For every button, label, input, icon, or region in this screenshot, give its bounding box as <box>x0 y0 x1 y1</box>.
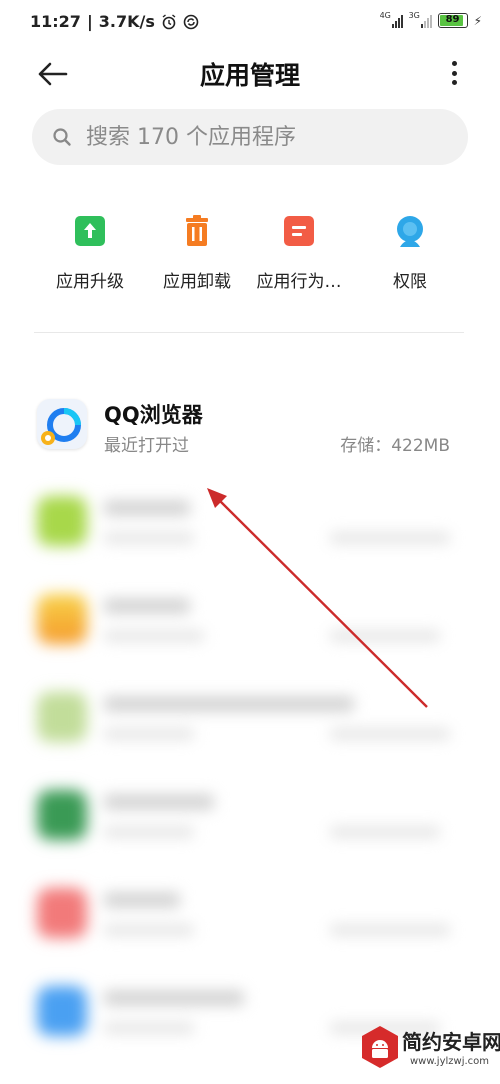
search-bar[interactable] <box>32 109 468 165</box>
behavior-icon <box>283 215 315 247</box>
status-separator: | <box>86 12 93 31</box>
app-sub-placeholder <box>104 1022 194 1034</box>
divider <box>34 332 464 333</box>
app-size-placeholder <box>330 728 450 740</box>
more-options-button[interactable] <box>448 58 460 88</box>
app-icon <box>37 986 87 1036</box>
quick-action-label: 应用卸载 <box>163 272 231 292</box>
quick-action-label: 应用升级 <box>56 272 124 292</box>
sync-icon <box>183 14 199 29</box>
app-name-placeholder <box>104 500 190 516</box>
app-sub-placeholder <box>104 826 194 838</box>
watermark-text: 简约安卓网 <box>402 1030 500 1054</box>
app-name-placeholder <box>104 794 214 810</box>
app-icon <box>37 888 87 938</box>
app-name-placeholder <box>104 696 354 712</box>
status-right: 4G 3G 89 ⚡ <box>379 10 482 28</box>
permission-icon <box>394 215 426 247</box>
quick-actions: 应用升级 应用卸载 应用行为… 权限 <box>0 210 500 300</box>
app-name-placeholder <box>104 990 244 1006</box>
app-icon <box>37 496 87 546</box>
status-bar: 11:27 | 3.7K/s 4G 3G 89 ⚡ <box>0 0 500 44</box>
app-row[interactable] <box>0 884 500 982</box>
battery-level: 89 <box>445 14 460 25</box>
quick-action-upgrade[interactable]: 应用升级 <box>35 210 145 292</box>
app-name: QQ浏览器 <box>104 403 203 427</box>
network-3g-label: 3G <box>408 10 420 20</box>
search-input[interactable] <box>86 109 456 165</box>
app-row[interactable] <box>0 688 500 786</box>
signal-3g-icon: 3G <box>408 10 432 28</box>
quick-action-label: 应用行为… <box>256 272 342 292</box>
header: 应用管理 <box>0 44 500 102</box>
app-icon <box>37 790 87 840</box>
quick-action-behavior[interactable]: 应用行为… <box>244 210 354 292</box>
app-size-placeholder <box>330 924 450 936</box>
upgrade-icon <box>74 215 106 247</box>
status-time: 11:27 <box>30 12 81 31</box>
app-storage-size: 存储：422MB <box>340 436 450 456</box>
more-dot <box>451 70 457 76</box>
app-sub-placeholder <box>104 924 194 936</box>
watermark: 简约安卓网 www.jylzwj.com <box>360 1022 500 1078</box>
app-row[interactable] <box>0 786 500 884</box>
signal-4g-icon: 4G <box>379 10 403 28</box>
page-title: 应用管理 <box>199 61 300 90</box>
app-icon <box>37 594 87 644</box>
battery-icon: 89 <box>437 13 468 28</box>
app-last-opened: 最近打开过 <box>104 436 189 456</box>
quick-action-uninstall[interactable]: 应用卸载 <box>142 210 252 292</box>
app-name-placeholder <box>104 598 190 614</box>
app-size-placeholder <box>330 630 440 642</box>
trash-icon <box>181 215 213 247</box>
quick-action-label: 权限 <box>393 272 427 292</box>
app-sub-placeholder <box>104 532 194 544</box>
quick-action-permissions[interactable]: 权限 <box>355 210 465 292</box>
search-icon <box>53 128 71 146</box>
network-speed: 3.7K/s <box>98 12 155 31</box>
alarm-icon <box>162 13 176 29</box>
app-size-placeholder <box>330 532 450 544</box>
app-row[interactable] <box>0 590 500 688</box>
app-sub-placeholder <box>104 630 204 642</box>
app-size-placeholder <box>330 826 440 838</box>
qq-browser-icon <box>37 399 87 449</box>
watermark-url: www.jylzwj.com <box>410 1056 490 1067</box>
app-row[interactable] <box>0 492 500 590</box>
status-left: 11:27 | 3.7K/s <box>30 12 199 31</box>
app-name-placeholder <box>104 892 180 908</box>
app-icon <box>37 692 87 742</box>
app-row-qq-browser[interactable]: QQ浏览器 最近打开过 存储：422MB <box>0 395 500 493</box>
network-4g-label: 4G <box>379 10 391 20</box>
more-dot <box>451 80 457 85</box>
charging-icon: ⚡ <box>473 13 482 28</box>
android-logo-icon <box>362 1026 398 1068</box>
more-dot <box>451 61 457 66</box>
app-sub-placeholder <box>104 728 194 740</box>
